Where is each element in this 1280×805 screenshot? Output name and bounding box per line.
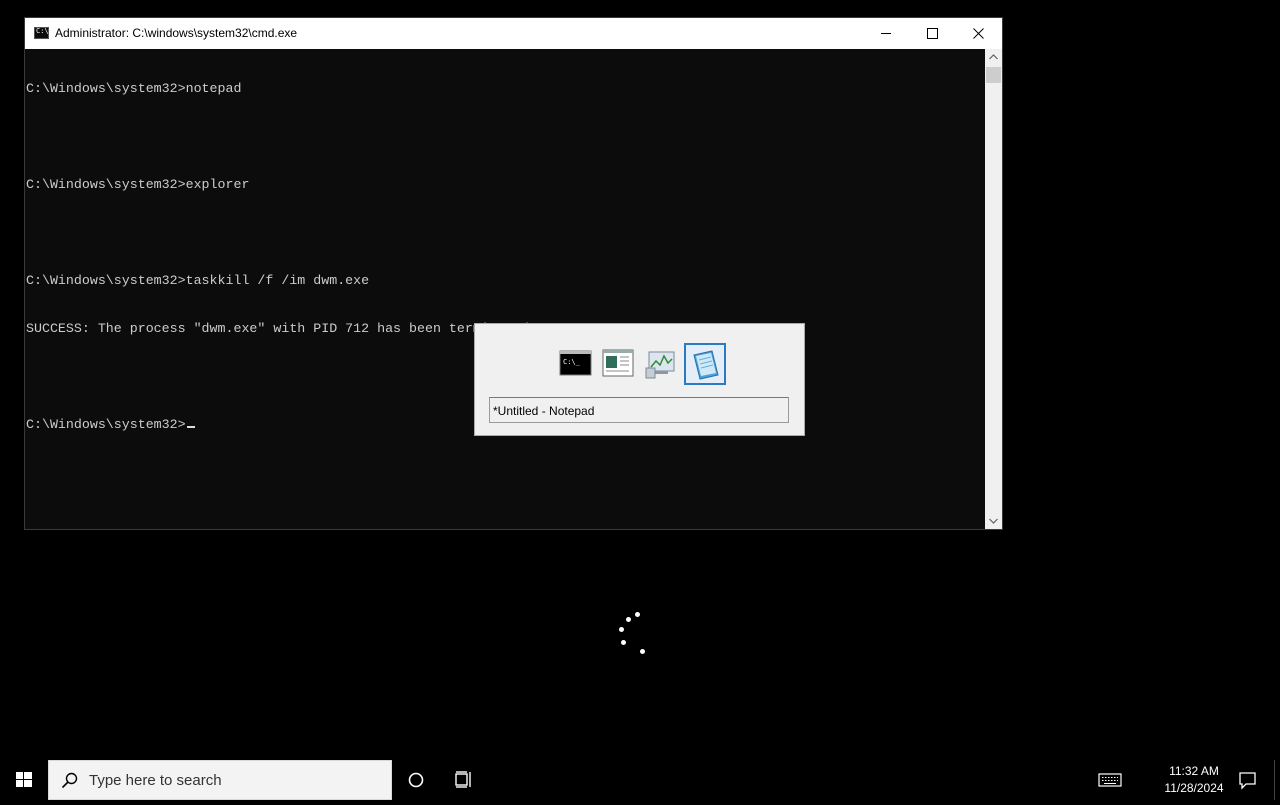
text-cursor: [186, 426, 195, 428]
search-input[interactable]: [87, 771, 381, 790]
title-bar[interactable]: Administrator: C:\windows\system32\cmd.e…: [25, 18, 1002, 49]
cortana-circle-icon: [408, 772, 424, 788]
task-view-button[interactable]: [444, 760, 484, 800]
cmd-icon: C:\_: [559, 350, 592, 376]
notepad-icon: [693, 350, 719, 380]
close-icon: [973, 28, 984, 39]
chevron-up-icon: [989, 54, 998, 60]
loading-spinner: [610, 605, 654, 659]
switcher-item-cmd[interactable]: C:\_: [555, 343, 597, 385]
action-center-button[interactable]: [1227, 760, 1267, 800]
maximize-button[interactable]: [910, 18, 956, 49]
window-title: Administrator: C:\windows\system32\cmd.e…: [55, 26, 298, 40]
console-line: C:\Windows\system32>explorer: [26, 177, 250, 192]
vertical-scrollbar[interactable]: [985, 49, 1002, 529]
start-button[interactable]: [0, 760, 48, 800]
clock-time: 11:32 AM: [1169, 764, 1219, 778]
system-clock[interactable]: 11:32 AM 11/28/2024: [1150, 763, 1238, 797]
chevron-down-icon: [989, 518, 998, 524]
scroll-up-button[interactable]: [985, 49, 1002, 66]
scroll-thumb[interactable]: [986, 67, 1001, 83]
switcher-caption: *Untitled - Notepad: [489, 397, 789, 423]
show-desktop-button[interactable]: [1274, 760, 1280, 800]
maximize-icon: [927, 28, 938, 39]
cmd-app-icon: [34, 27, 49, 39]
minimize-button[interactable]: [864, 18, 910, 49]
cmd-window[interactable]: Administrator: C:\windows\system32\cmd.e…: [25, 18, 1002, 529]
switcher-item-document[interactable]: [597, 343, 639, 385]
document-icon: [602, 349, 634, 377]
task-view-icon: [455, 771, 471, 788]
search-icon: [61, 772, 78, 789]
minimize-icon: [881, 33, 891, 34]
notification-icon: [1239, 772, 1256, 790]
performance-monitor-icon: [645, 351, 675, 379]
switcher-item-notepad[interactable]: [684, 343, 726, 385]
scroll-down-button[interactable]: [985, 512, 1002, 529]
clock-date: 11/28/2024: [1164, 781, 1224, 795]
task-switcher: C:\_ *Untitled - Notepad: [475, 324, 804, 435]
cortana-button[interactable]: [396, 760, 436, 800]
taskbar-search[interactable]: [48, 760, 392, 800]
console-line: C:\Windows\system32>taskkill /f /im dwm.…: [26, 273, 370, 288]
taskbar: 11:32 AM 11/28/2024: [0, 760, 1280, 800]
keyboard-icon: [1098, 773, 1122, 787]
switcher-item-performance[interactable]: [640, 343, 682, 385]
touch-keyboard-button[interactable]: [1090, 760, 1130, 800]
console-output[interactable]: C:\Windows\system32>notepad C:\Windows\s…: [25, 49, 985, 529]
svg-text:C:\_: C:\_: [563, 358, 581, 366]
console-prompt: C:\Windows\system32>: [26, 417, 186, 432]
close-button[interactable]: [956, 18, 1002, 49]
windows-logo-icon: [16, 772, 32, 787]
console-line: C:\Windows\system32>notepad: [26, 81, 242, 96]
